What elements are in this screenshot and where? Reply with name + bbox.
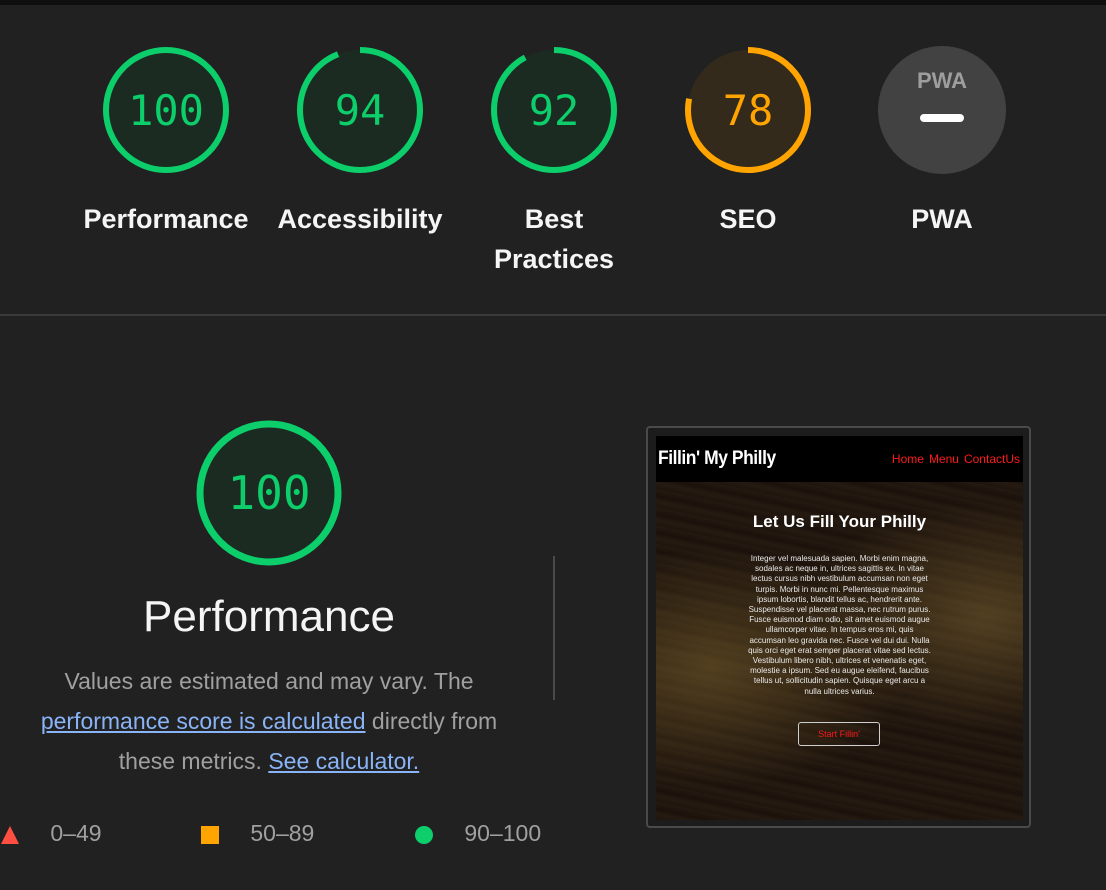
gauge-performance-label: Performance	[83, 204, 249, 234]
performance-gauge: 100	[196, 420, 342, 566]
gauge-performance-ring: 100	[103, 47, 229, 173]
gauge-seo-score: 78	[723, 86, 774, 135]
legend-pass: 90–100	[414, 818, 541, 848]
pwa-dash-icon	[920, 114, 964, 122]
gauge-accessibility-ring: 94	[297, 47, 423, 173]
top-border	[0, 0, 1106, 5]
desc-text-1: Values are estimated and may vary. The	[64, 668, 474, 694]
triangle-icon	[1, 825, 19, 844]
legend-fail-range: 0–49	[50, 820, 102, 846]
score-calculated-link[interactable]: performance score is calculated	[41, 708, 366, 734]
performance-title: Performance	[143, 592, 395, 641]
pwa-badge-text: PWA	[917, 68, 967, 93]
section-divider	[0, 314, 1106, 316]
gauge-best-practices[interactable]: 92 Best Practices	[454, 45, 654, 279]
performance-description: Values are estimated and may vary. The p…	[20, 661, 518, 781]
gauge-pwa-label: PWA	[911, 204, 973, 234]
site-nav-home: Home	[891, 452, 924, 466]
gauge-pwa[interactable]: PWA PWA	[842, 45, 1042, 239]
screenshot-page: Fillin' My Philly Home Menu ContactUs Let …	[656, 436, 1023, 820]
gauge-seo-ring: 78	[685, 47, 811, 173]
gauge-accessibility-score: 94	[335, 86, 386, 135]
square-icon	[201, 825, 219, 844]
legend-average-range: 50–89	[250, 820, 315, 846]
pwa-icon: PWA	[878, 46, 1006, 174]
gauge-seo-label: SEO	[719, 204, 777, 234]
hero-title: Let Us Fill Your Philly	[752, 512, 927, 531]
see-calculator-link[interactable]: See calculator.	[268, 748, 419, 774]
final-screenshot[interactable]: Fillin' My Philly Home Menu ContactUs Let …	[646, 426, 1031, 828]
gauge-performance[interactable]: 100 Performance	[66, 45, 266, 239]
site-brand: Fillin' My Philly	[658, 448, 776, 469]
site-nav-contact: ContactUs	[963, 452, 1020, 466]
performance-score: 100	[227, 466, 310, 520]
gauge-performance-score: 100	[128, 86, 204, 135]
site-hero: Let Us Fill Your Philly Integer vel male…	[656, 482, 1023, 820]
gauge-best-practices-label: Best Practices	[493, 204, 615, 274]
gauge-best-practices-ring: 92	[491, 47, 617, 173]
legend-pass-range: 90–100	[464, 820, 542, 846]
gauge-seo[interactable]: 78 SEO	[648, 45, 848, 239]
hero-body: Integer vel malesuada sapien. Morbi enim…	[748, 554, 931, 696]
legend-average: 50–89	[200, 818, 314, 848]
site-header: Fillin' My Philly Home Menu ContactUs	[656, 436, 1023, 482]
site-nav-menu: Menu	[928, 452, 959, 466]
site-nav: Home Menu ContactUs	[887, 452, 1020, 466]
hero-button: Start Fillin'	[798, 722, 880, 746]
vertical-divider	[553, 556, 555, 700]
legend-fail: 0–49	[0, 818, 102, 848]
circle-icon	[415, 825, 433, 844]
gauge-best-practices-score: 92	[529, 86, 580, 135]
gauge-accessibility-label: Accessibility	[277, 204, 443, 234]
gauge-accessibility[interactable]: 94 Accessibility	[260, 45, 460, 239]
